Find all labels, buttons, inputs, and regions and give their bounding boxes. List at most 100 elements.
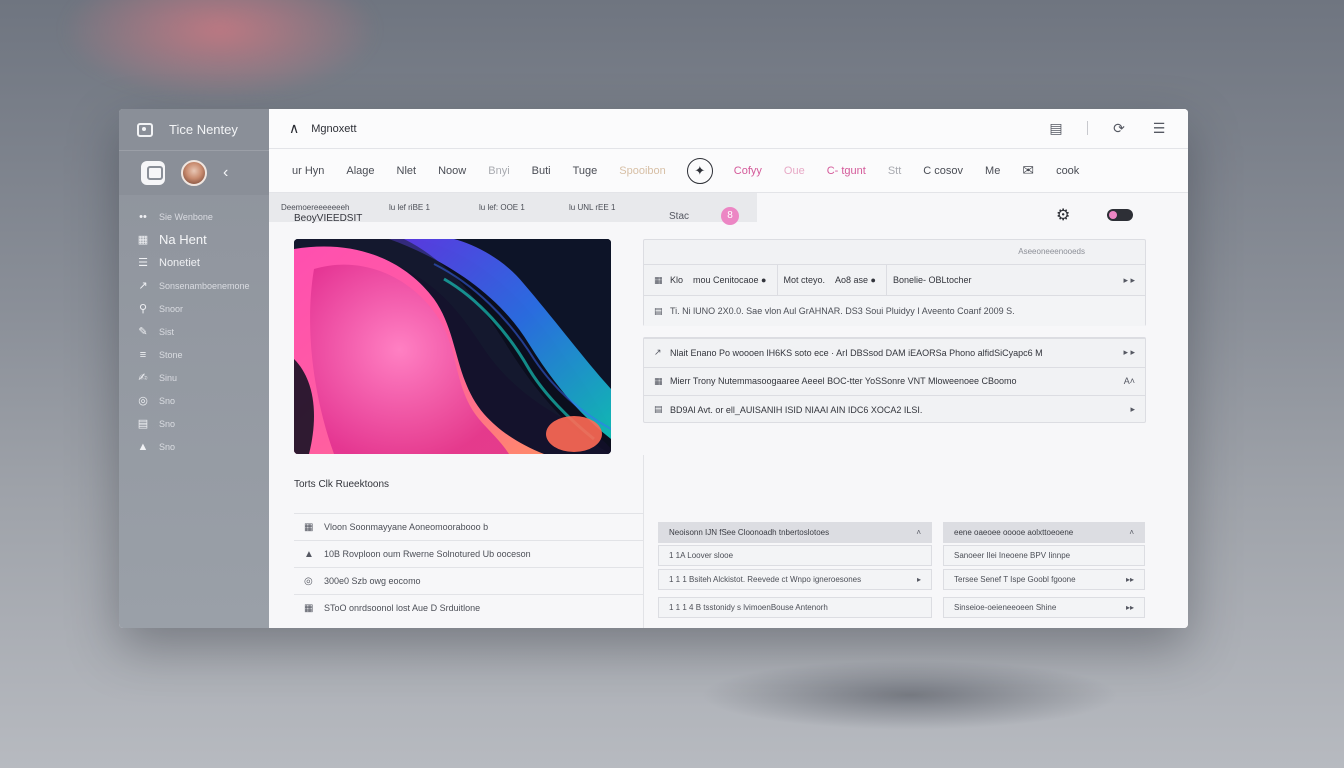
sidebar-item-label: Stone — [159, 349, 183, 360]
summary-cell: lu lef riBE 1 — [389, 203, 430, 212]
tab-item[interactable]: C- tgunt — [816, 165, 877, 177]
mini-item-label: Tersee Senef T Ispe Goobl fgoone — [954, 575, 1076, 584]
link-icon: ↗ — [138, 280, 148, 292]
tab-item[interactable]: Stt — [877, 165, 912, 177]
mini-list-header[interactable]: eene oaeoee ooooe aolxttoeoene ˄ — [943, 522, 1145, 543]
tab-item[interactable]: Spooibon — [608, 165, 677, 177]
sidebar-item[interactable]: ▦ Na Hent — [119, 228, 269, 251]
mini-item-action-icon[interactable]: ˄ — [1129, 528, 1134, 537]
table-row[interactable]: ▦ Klo mou Cenitocaoe ● Mot cteyo. Ao8 ase ● B… — [644, 264, 1145, 296]
data-table-primary: Aseeoneeenooeds ▦ Klo mou Cenitocaoe ● Mot … — [643, 239, 1146, 326]
collapse-sidebar-icon[interactable]: ‹ — [223, 164, 228, 182]
toggle-switch[interactable] — [1107, 209, 1133, 221]
list-item[interactable]: ◎ 300e0 Szb owg eocomo — [294, 567, 643, 594]
grid-icon: ▦ — [654, 274, 663, 285]
sidebar-item[interactable]: •• Sie Wenbone — [119, 205, 269, 228]
table-cell: Ao8 ase ● — [835, 275, 876, 285]
mail-icon[interactable]: ✉ — [1011, 162, 1045, 179]
summary-cell: Deemoereeeeeeeh — [281, 203, 350, 212]
doc-icon: ▤ — [654, 404, 663, 415]
grid-icon: ▦ — [304, 602, 314, 614]
table-caption: Aseeoneeenooeds — [1018, 247, 1085, 256]
backdrop-shadow — [700, 660, 1120, 730]
document-icon[interactable]: ▤ — [1047, 119, 1065, 137]
user-icon: ▲ — [304, 548, 314, 560]
mini-item-action-icon[interactable]: ▸ — [917, 575, 921, 584]
mini-item-action-icon[interactable]: ▸▸ — [1126, 575, 1134, 584]
row-action-icon[interactable]: ▸ — [1130, 404, 1135, 415]
mini-list-item[interactable]: Tersee Senef T Ispe Goobl fgoone ▸▸ — [943, 569, 1145, 590]
notification-badge[interactable]: 8 — [721, 207, 739, 225]
user-icon: ▲ — [137, 440, 149, 453]
tab-item[interactable]: Buti — [521, 165, 562, 177]
app-title: Tice Nentey — [169, 122, 238, 137]
tab-bar: ur Hyn Alage Nlet Noow Bnyi Buti Tuge Spooibon ✦… — [269, 149, 1188, 193]
mini-item-action-icon[interactable]: ▸▸ — [1126, 603, 1134, 612]
globe-icon: ◎ — [304, 575, 313, 587]
column-divider — [643, 455, 644, 628]
sidebar-item[interactable]: ▲ Sno — [119, 435, 269, 458]
app-window: Tice Nentey ‹ •• Sie Wenbone ▦ Na Hent ☰ None… — [119, 109, 1188, 628]
top-bar: ∧ Mgnoxett ▤ ⟳ ☰ — [269, 109, 1188, 149]
tab-item[interactable]: Oue — [773, 165, 816, 177]
tab-item[interactable]: C cosov — [912, 165, 974, 177]
profile-menu-icon[interactable] — [141, 161, 165, 185]
settings-panel-icon[interactable]: ☰ — [1150, 119, 1168, 137]
list-item[interactable]: ▲ 10B Rovploon oum Rwerne Solnotured Ub o… — [294, 540, 643, 567]
table-row[interactable]: ▤ BD9Al Avt. or ell_AUISANIH ISID NIAAI A… — [644, 395, 1145, 424]
content: BeoyVIEEDSIT Stac 8 ⚙ Torts Clk Rueektoo… — [269, 193, 1188, 628]
mini-item-action-icon[interactable]: ˄ — [916, 528, 921, 537]
row-action-icon[interactable]: A˄ — [1124, 376, 1135, 386]
cell-divider — [885, 264, 887, 296]
list-item-label: Vloon Soonmayyane Aoneomoorabooo b — [324, 522, 489, 532]
sidebar-item[interactable]: ◎ Sno — [119, 389, 269, 412]
tab-item[interactable]: Cofyy — [723, 165, 773, 177]
section-title: BeoyVIEEDSIT — [294, 213, 363, 224]
mini-list-header[interactable]: Neoisonn IJN fSee Cloonoadh tnbertosloto… — [658, 522, 932, 543]
table-cell: Ti. Ni lUNO 2X0.0. Sae vlon Aul GrAHNAR.… — [670, 306, 1015, 316]
grid-icon: ▦ — [654, 375, 663, 386]
sidebar-item[interactable]: ☰ Nonetiet — [119, 251, 269, 274]
table-cell: BD9Al Avt. or ell_AUISANIH ISID NIAAI AI… — [670, 404, 923, 415]
sidebar-item[interactable]: ↗ Sonsenamboenemone — [119, 274, 269, 297]
pen-icon: ✎ — [138, 326, 148, 338]
mini-item-label: Sanoeer Ilei Ineoene BPV Iinnpe — [954, 551, 1071, 560]
tab-item[interactable]: Me — [974, 165, 1011, 177]
mini-list-item[interactable]: Sanoeer Ilei Ineoene BPV Iinnpe — [943, 545, 1145, 566]
row-action-icon[interactable]: ▸ ▸ — [1123, 275, 1135, 286]
edit-icon: ✍ — [138, 372, 148, 384]
mini-list-item[interactable]: 1 1A Loover slooe — [658, 545, 932, 566]
table-cell: Bonelie- OBLtocher — [892, 275, 972, 285]
gear-icon[interactable]: ⚙ — [1056, 205, 1070, 225]
sidebar-item[interactable]: ▤ Sno — [119, 412, 269, 435]
mini-list-item[interactable]: 1 1 1 Bsiteh Alckistot. Reevede ct Wnpo … — [658, 569, 932, 590]
tab-item[interactable]: ur Hyn — [281, 165, 335, 177]
mini-list-item[interactable]: 1 1 1 4 B tsstonidy s lvimoenBouse Anten… — [658, 597, 932, 618]
tab-item[interactable]: Nlet — [386, 165, 428, 177]
tab-item[interactable]: cook — [1045, 165, 1090, 177]
sidebar-item[interactable]: ≡ Stone — [119, 343, 269, 366]
sidebar-item[interactable]: ⚲ Snoor — [119, 297, 269, 320]
tab-item[interactable]: Noow — [427, 165, 477, 177]
table-row[interactable]: ▦ Mierr Trony Nutemmasoogaaree Aeeel BOC-… — [644, 366, 1145, 396]
profile-row: ‹ — [119, 151, 269, 195]
table-cell: Mot cteyo. — [783, 275, 826, 285]
table-row[interactable]: ▤ Ti. Ni lUNO 2X0.0. Sae vlon Aul GrAHNAR… — [644, 295, 1145, 326]
data-table-secondary: ↗ Nlait Enano Po woooen lH6KS soto ece · … — [643, 337, 1146, 423]
sidebar-item[interactable]: ✍ Sinu — [119, 366, 269, 389]
summary-cell: lu lef: OOE 1 — [479, 203, 525, 212]
list-item[interactable]: ▦ Vloon Soonmayyane Aoneomoorabooo b — [294, 513, 643, 540]
list-item-label: 300e0 Szb owg eocomo — [324, 576, 421, 586]
table-row[interactable]: ↗ Nlait Enano Po woooen lH6KS soto ece · … — [644, 338, 1145, 367]
sidebar-item[interactable]: ✎ Sist — [119, 320, 269, 343]
mini-list-item[interactable]: Sinseioe-oeieneeoeen Shine ▸▸ — [943, 597, 1145, 618]
list-item[interactable]: ▦ SToO onrdsoonol lost Aue D Srduitlone — [294, 594, 643, 621]
avatar[interactable] — [181, 160, 207, 186]
tab-item[interactable]: Alage — [335, 165, 385, 177]
compass-icon[interactable]: ✦ — [686, 157, 713, 184]
refresh-icon[interactable]: ⟳ — [1110, 119, 1128, 137]
row-action-icon[interactable]: ▸ ▸ — [1123, 347, 1135, 358]
tab-item[interactable]: Tuge — [562, 165, 609, 177]
tab-item[interactable]: Bnyi — [477, 165, 520, 177]
sidebar-item-label: Na Hent — [159, 232, 207, 247]
